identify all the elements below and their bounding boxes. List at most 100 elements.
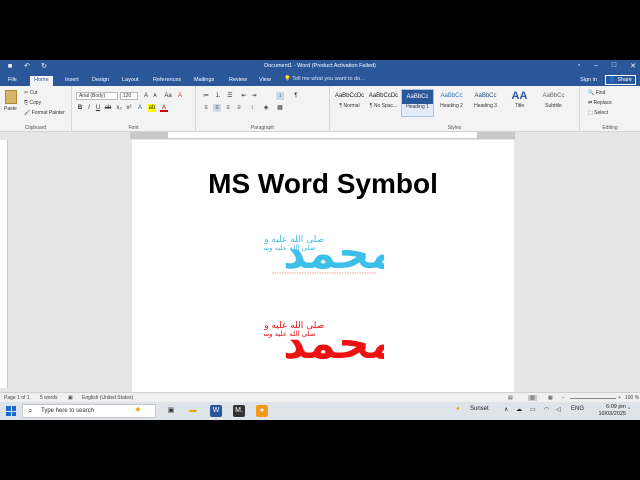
share-button[interactable]: 👤 Share [604, 75, 636, 85]
numbering-icon[interactable]: ⒈ [214, 92, 222, 100]
align-center-icon[interactable]: ≡ [213, 104, 221, 112]
subscript-icon[interactable]: x₂ [115, 104, 123, 112]
word-count[interactable]: 5 words [40, 395, 58, 401]
account-area: Sign in 👤 Share [580, 75, 636, 85]
shrink-font-icon[interactable]: A [151, 92, 159, 100]
zoom-in-icon[interactable]: + [618, 395, 621, 401]
underline-icon[interactable]: U [94, 104, 102, 112]
change-case-icon[interactable]: Aa [164, 92, 172, 100]
styles-group: AaBbCcDc ¶ Normal AaBbCcDc ¶ No Spac... … [330, 86, 580, 132]
speaker-icon[interactable]: ◁ [556, 406, 561, 413]
decrease-indent-icon[interactable]: ⇤ [240, 92, 248, 100]
tab-references[interactable]: References [149, 76, 185, 86]
document-page[interactable]: MS Word Symbol صلى الله عليه وسلم صلى ال… [132, 140, 514, 396]
italic-icon[interactable]: I [85, 104, 93, 112]
style-subtitle[interactable]: AaBbCc Subtitle [537, 89, 570, 117]
print-layout-icon[interactable]: ▥ [528, 395, 537, 401]
grow-font-icon[interactable]: A [142, 92, 150, 100]
font-size-input[interactable]: 120 [120, 92, 138, 100]
page-count[interactable]: Page 1 of 1 [4, 395, 30, 401]
find-button[interactable]: 🔍 Find [588, 90, 605, 96]
recorder-app-icon[interactable]: ● [256, 405, 268, 417]
file-explorer-icon[interactable]: ▬ [187, 405, 199, 417]
copilot-sparkle-icon[interactable]: ✦ [132, 405, 144, 417]
muhammad-symbol-red[interactable]: صلى الله عليه وسلم صلى الله عليه وسلم مح… [264, 302, 384, 372]
highlight-icon[interactable]: ab [148, 104, 156, 112]
vertical-ruler[interactable] [0, 140, 8, 388]
ribbon-display-icon[interactable]: ▫ [578, 62, 580, 70]
tab-home[interactable]: Home [30, 76, 53, 86]
font-name-input[interactable]: Arial (Body) [76, 92, 118, 100]
proofing-icon[interactable]: ▣ [68, 395, 73, 401]
word-app-icon[interactable]: W [210, 405, 222, 417]
style-no-spacing[interactable]: AaBbCcDc ¶ No Spac... [367, 89, 400, 117]
tab-view[interactable]: View [255, 76, 275, 86]
clock[interactable]: 6:09 pm 10/03/2025 [598, 404, 626, 418]
wifi-icon[interactable]: ◠ [544, 406, 549, 413]
minimize-icon[interactable]: – [594, 62, 598, 70]
align-right-icon[interactable]: ≡ [224, 104, 232, 112]
task-view-icon[interactable]: ▣ [165, 405, 177, 417]
style-title[interactable]: AA Title [503, 89, 536, 117]
tab-file[interactable]: File [4, 76, 21, 86]
language-status[interactable]: English (United States) [82, 395, 133, 401]
signin-link[interactable]: Sign in [580, 77, 597, 83]
style-heading-2[interactable]: AaBbCc Heading 2 [435, 89, 468, 117]
select-button[interactable]: ⬚ Select [588, 110, 608, 116]
editor-app-icon[interactable]: M. [233, 405, 245, 417]
taskbar: ⌕ Type here to search ✦ ▣ ▬ W M. ● ● Sun… [0, 402, 640, 420]
zoom-slider[interactable] [570, 398, 616, 399]
paste-icon[interactable] [5, 90, 17, 104]
horizontal-ruler[interactable] [130, 132, 515, 139]
bullets-icon[interactable]: ≔ [202, 92, 210, 100]
tab-design[interactable]: Design [88, 76, 113, 86]
web-layout-icon[interactable]: ▦ [548, 395, 553, 401]
clear-format-icon[interactable]: A [176, 92, 184, 100]
tab-mailings[interactable]: Mailings [190, 76, 218, 86]
justify-icon[interactable]: ≡ [235, 104, 243, 112]
copy-button[interactable]: ⎘ Copy [24, 100, 41, 106]
weather-label[interactable]: Sunset [470, 406, 489, 412]
weather-icon[interactable]: ● [456, 406, 460, 412]
cut-button[interactable]: ✂ Cut [24, 90, 37, 96]
align-left-icon[interactable]: ≡ [202, 104, 210, 112]
tell-me-box[interactable]: 💡 Tell me what you want to do... [284, 76, 365, 82]
font-color-icon[interactable]: A [160, 104, 168, 112]
windows-start-icon[interactable] [6, 406, 16, 416]
tab-insert[interactable]: Insert [61, 76, 83, 86]
borders-icon[interactable]: ▦ [276, 104, 284, 112]
style-normal[interactable]: AaBbCcDc ¶ Normal [333, 89, 366, 117]
shading-icon[interactable]: ◈ [262, 104, 270, 112]
search-placeholder: Type here to search [41, 408, 95, 414]
line-spacing-icon[interactable]: ↕ [248, 104, 256, 112]
input-language[interactable]: ENG [571, 406, 584, 412]
superscript-icon[interactable]: x² [125, 104, 133, 112]
close-icon[interactable]: ✕ [630, 62, 636, 70]
style-heading-3[interactable]: AaBbCc Heading 3 [469, 89, 502, 117]
style-preview: AaBbCcDc [334, 93, 365, 99]
cloud-icon[interactable]: ☁ [516, 406, 522, 413]
strikethrough-icon[interactable]: ab [104, 104, 112, 112]
muhammad-symbol-blue[interactable]: صلى الله عليه وسلم صلى الله عليه وسلم مح… [264, 212, 384, 282]
paste-button[interactable]: Paste [4, 106, 17, 112]
text-effects-icon[interactable]: A [136, 104, 144, 112]
bold-icon[interactable]: B [76, 104, 84, 112]
zoom-out-icon[interactable]: – [562, 395, 565, 401]
style-heading-1[interactable]: AaBbCc Heading 1 [401, 89, 434, 117]
zoom-level[interactable]: 100 % [625, 395, 639, 401]
network-icon[interactable]: ▭ [530, 406, 536, 413]
format-painter-label: Format Painter [31, 110, 65, 116]
tab-layout[interactable]: Layout [118, 76, 143, 86]
multilevel-list-icon[interactable]: ☰ [226, 92, 234, 100]
paragraph-group: ≔ ⒈ ☰ ⇤ ⇥ ↕ ¶ ≡ ≡ ≡ ≡ ↕ ◈ ▦ Paragraph [196, 86, 330, 132]
tray-chevron-icon[interactable]: ∧ [504, 406, 508, 413]
replace-button[interactable]: ⇄ Replace [588, 100, 612, 106]
read-mode-icon[interactable]: ▤ [508, 395, 513, 401]
notifications-icon[interactable]: ▫ [628, 406, 630, 412]
maximize-icon[interactable]: □ [612, 62, 616, 70]
tab-review[interactable]: Review [225, 76, 251, 86]
increase-indent-icon[interactable]: ⇥ [250, 92, 258, 100]
sort-icon[interactable]: ↕ [276, 92, 284, 100]
show-marks-icon[interactable]: ¶ [292, 92, 300, 100]
format-painter-button[interactable]: 🖌 Format Painter [24, 110, 65, 116]
